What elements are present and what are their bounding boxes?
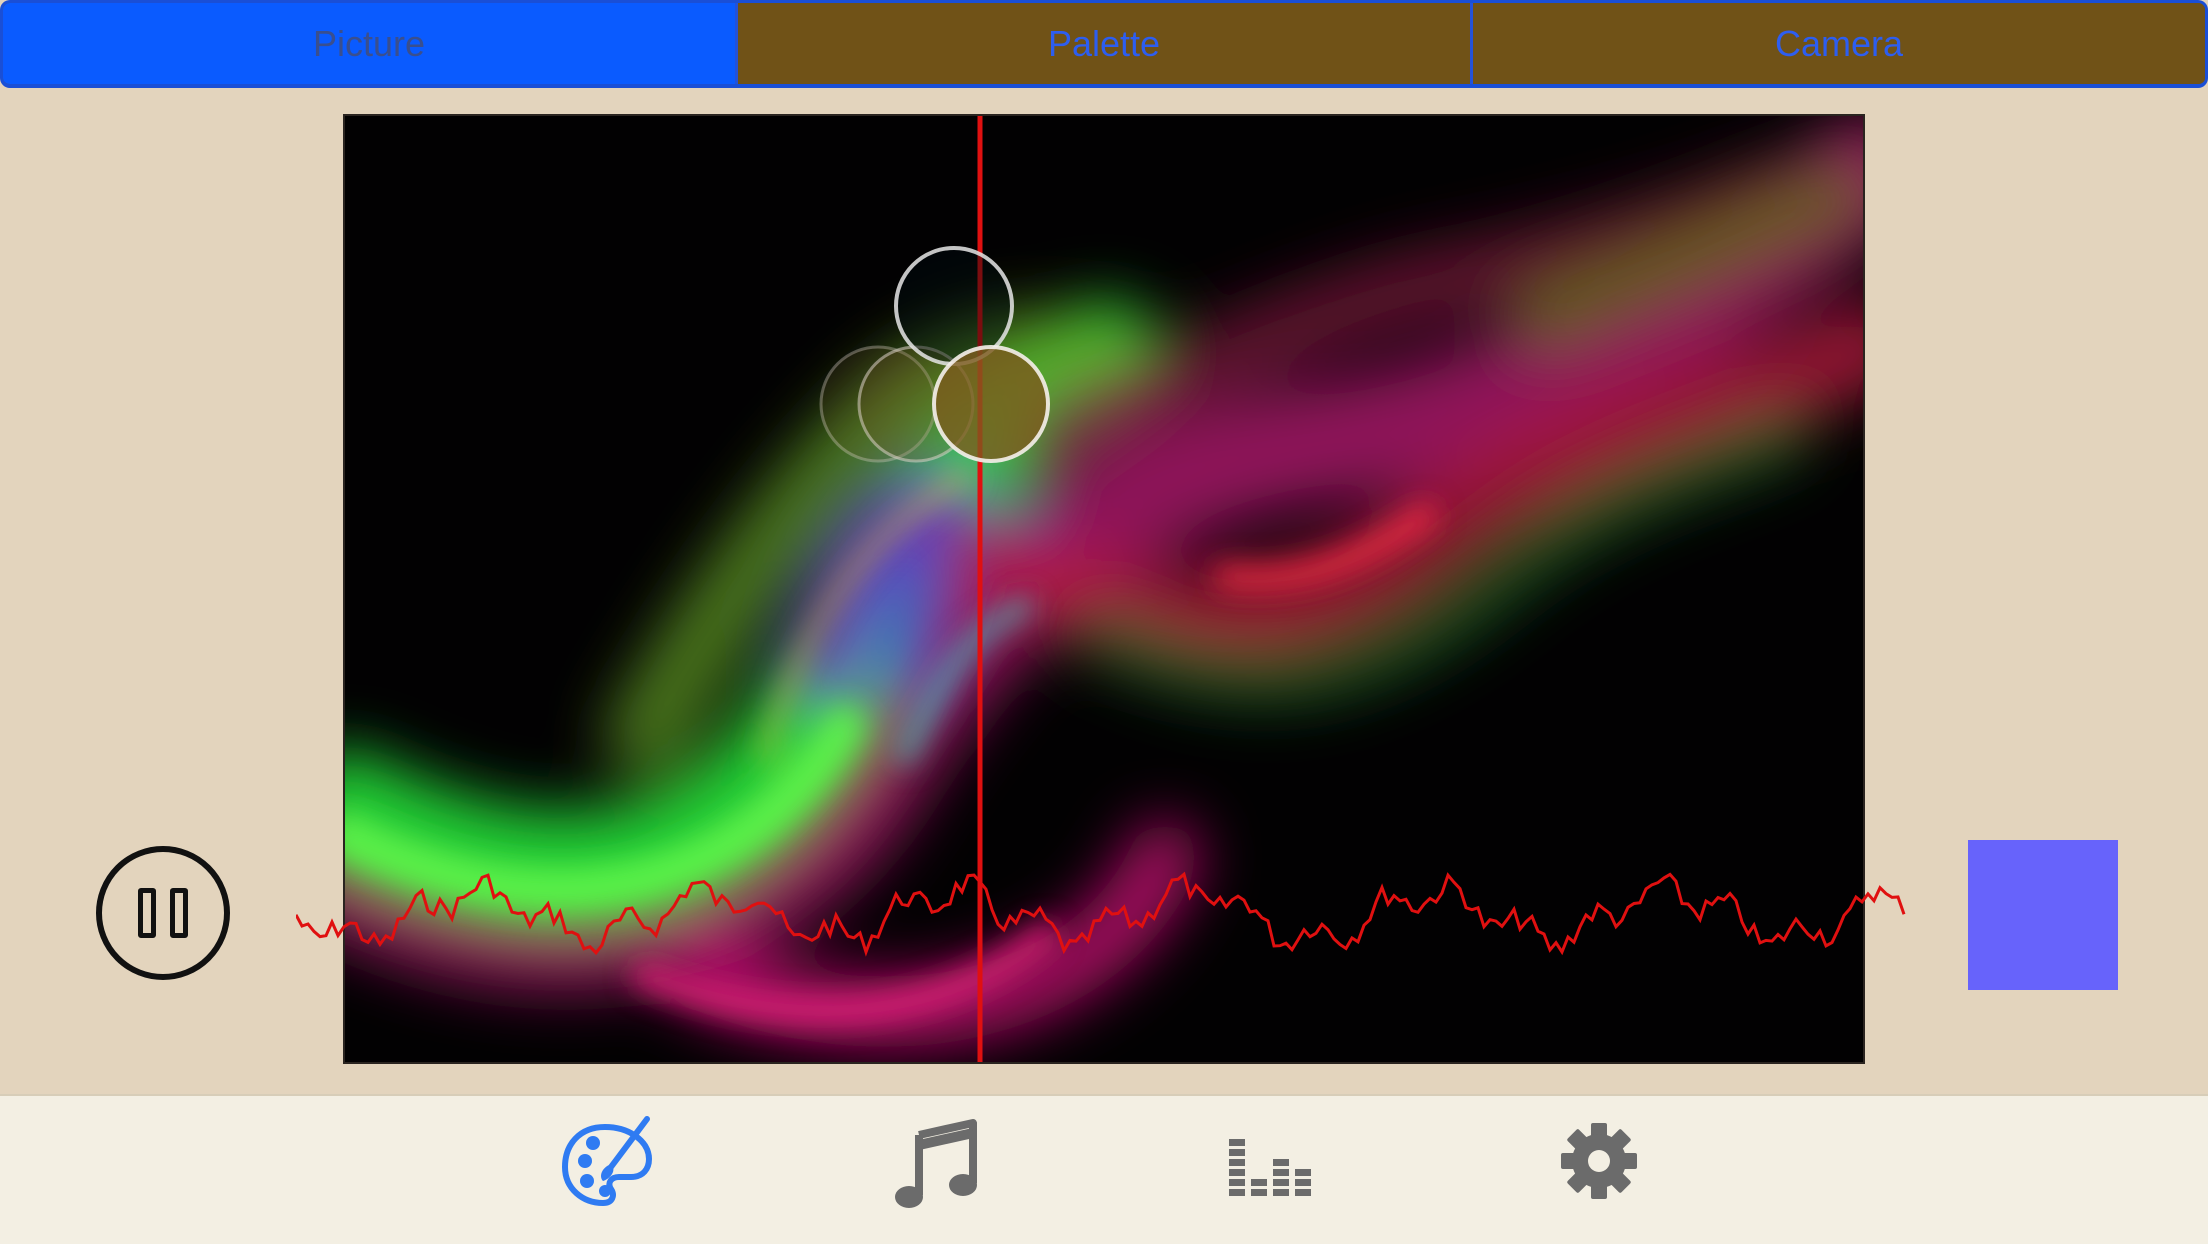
picture-canvas[interactable] xyxy=(343,114,1865,1064)
segmented-control: Picture Palette Camera xyxy=(0,0,2208,88)
segment-palette[interactable]: Palette xyxy=(738,3,1473,84)
segment-picture[interactable]: Picture xyxy=(3,3,738,84)
tab-equalizer[interactable] xyxy=(1214,1108,1324,1218)
music-note-icon xyxy=(895,1119,977,1208)
pause-button[interactable] xyxy=(96,846,230,980)
color-swatch[interactable] xyxy=(1968,840,2118,990)
segment-camera[interactable]: Camera xyxy=(1473,3,2205,84)
tab-picture[interactable] xyxy=(552,1108,662,1218)
tab-music[interactable] xyxy=(882,1108,992,1218)
tab-settings[interactable] xyxy=(1544,1108,1654,1218)
equalizer-icon xyxy=(1229,1139,1311,1196)
palette-brush-icon xyxy=(561,1116,653,1207)
gear-icon xyxy=(1561,1123,1637,1199)
pause-icon xyxy=(138,888,156,938)
tab-bar xyxy=(0,1094,2208,1244)
